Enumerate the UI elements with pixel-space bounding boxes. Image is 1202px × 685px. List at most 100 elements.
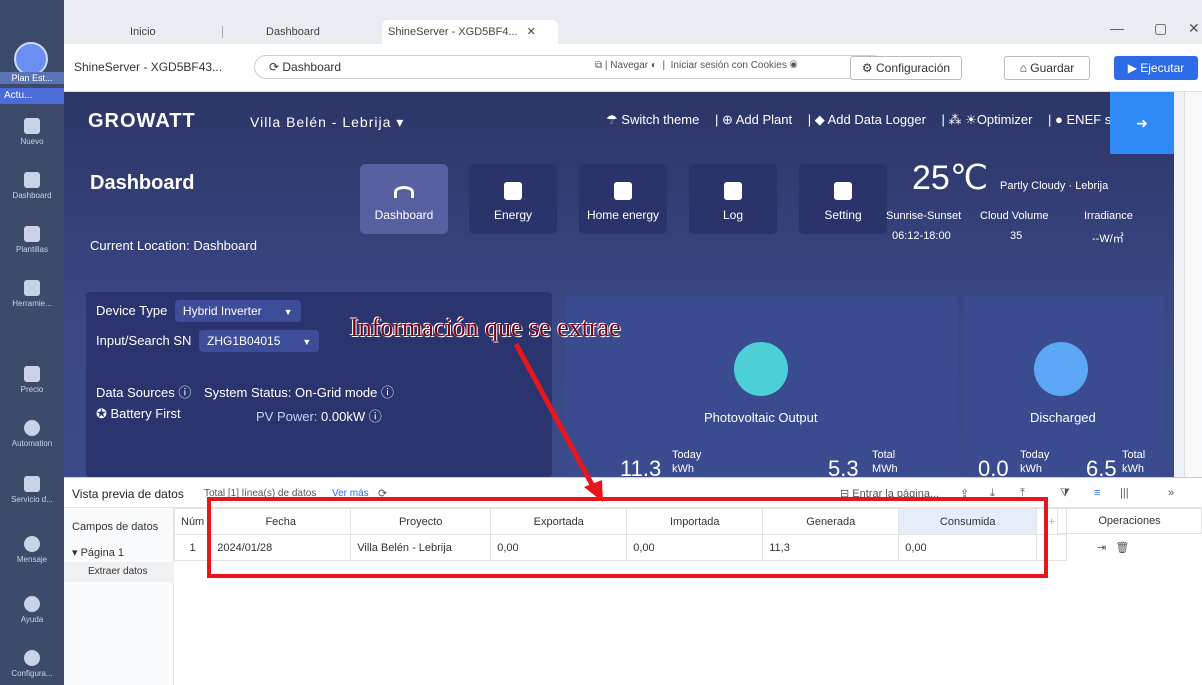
gauge-icon [394, 186, 414, 198]
profile-avatar[interactable] [14, 42, 48, 76]
toolbox-icon [24, 280, 40, 296]
caret-down-icon: ▼ [283, 307, 293, 317]
tab-close-icon[interactable]: ✕ [527, 26, 536, 38]
sidebar-item-plantillas[interactable]: Plantillas [0, 226, 64, 254]
address-bar[interactable]: ⟳ Dashboard ⧉ | Navegar ◐ | Iniciar sesi… [254, 55, 884, 79]
sidebar-item-automation[interactable]: Automation [0, 420, 64, 448]
nav-log[interactable]: Log [689, 164, 777, 234]
sn-select[interactable]: ZHG1B04015 ▼ [199, 330, 320, 352]
sunrise-label: Sunrise-Sunset [886, 210, 962, 222]
sidebar-item-mensaje[interactable]: Mensaje [0, 536, 64, 564]
fields-column: Campos de datos ▾ Página 1 Extraer datos [64, 508, 174, 685]
weather-description: Partly Cloudy · Lebrija [1000, 180, 1109, 192]
close-window-icon[interactable]: ✕ [1188, 20, 1200, 37]
pv-power: PV Power: 0.00kW ⓘ [256, 409, 382, 424]
data-sources[interactable]: Data Sources ⓘ [96, 382, 191, 401]
app-sidebar: Plan Est... Actu... Nuevo Dashboard Plan… [0, 0, 64, 685]
save-button[interactable]: ⌂ Guardar [1004, 56, 1090, 80]
extract-data-item[interactable]: Extraer datos [64, 562, 174, 582]
collapse-icon[interactable]: » [1168, 487, 1174, 499]
weather-temperature: 25℃ [912, 159, 989, 197]
nav-setting[interactable]: Setting [799, 164, 887, 234]
irradiance-label: Irradiance [1084, 210, 1133, 222]
column-view-icon[interactable]: ||| [1120, 487, 1129, 499]
cookies-login[interactable]: Iniciar sesión con Cookies [671, 60, 787, 71]
tab-shineserver-label: ShineServer - XGD5BF4... [388, 26, 518, 38]
sidebar-item-configuracion[interactable]: Configura... [0, 650, 64, 678]
nav-home-energy[interactable]: Home energy [579, 164, 667, 234]
operations-column: Operaciones ⇥ 🗑 [1057, 508, 1202, 560]
dashboard-icon [24, 172, 40, 188]
delete-icon[interactable]: 🗑 [1115, 542, 1129, 554]
browser-toolbar: ShineServer - XGD5BF43... ⟳ Dashboard ⧉ … [64, 44, 1202, 92]
tab-shineserver[interactable]: ShineServer - XGD5BF4... ✕ [382, 20, 558, 44]
tab-dashboard[interactable]: Dashboard [260, 20, 320, 44]
add-plant-link[interactable]: ⊕ Add Plant [722, 112, 798, 127]
sun-icon [734, 342, 788, 396]
fields-header: Campos de datos [72, 521, 159, 533]
sidebar-item-ayuda[interactable]: Ayuda [0, 596, 64, 624]
logout-button[interactable]: ➜ [1110, 92, 1174, 154]
list-view-icon[interactable]: ≡ [1094, 487, 1100, 499]
device-type-row: Device Type Hybrid Inverter ▼ [96, 300, 301, 322]
templates-icon [24, 226, 40, 242]
tab-divider [222, 26, 223, 38]
row-actions: ⇥ 🗑 [1097, 541, 1129, 554]
cloud-label: Cloud Volume [980, 210, 1049, 222]
page-tab-title: ShineServer - XGD5BF43... [74, 60, 223, 74]
config-button[interactable]: ⚙ Configuración [850, 56, 962, 80]
tab-bar: Inicio Dashboard ShineServer - XGD5BF4..… [64, 0, 1202, 44]
plus-icon [24, 118, 40, 134]
crown-icon [24, 366, 40, 382]
filter-icon[interactable]: ⧩ [1060, 487, 1070, 500]
page-1-item[interactable]: ▾ Página 1 [72, 546, 124, 559]
plant-selector[interactable]: Villa Belén - Lebrija ▾ [250, 114, 404, 131]
pv-output-card: Photovoltaic Output 11.3 Today kWh 5.3 T… [566, 296, 958, 477]
pv-today-label: Today [672, 449, 702, 461]
device-type-select[interactable]: Hybrid Inverter ▼ [174, 300, 301, 322]
address-actions: ⧉ | Navegar ◐ | Iniciar sesión con Cooki… [595, 60, 798, 71]
sidebar-item-servicio[interactable]: Servicio d... [0, 476, 64, 504]
profile-label: Plan Est... [0, 72, 64, 84]
active-task-label[interactable]: Actu... [0, 88, 64, 104]
insert-row-icon[interactable]: ⇥ [1097, 542, 1106, 554]
add-datalogger-link[interactable]: ◆ Add Data Logger [815, 112, 932, 127]
annotation-highlight-box [207, 497, 1048, 578]
minimize-icon[interactable]: — [1110, 20, 1124, 36]
sidebar-item-herramientas[interactable]: Herramie... [0, 280, 64, 308]
nav-dashboard[interactable]: Dashboard [360, 164, 448, 234]
sunrise-value: 06:12-18:00 [892, 230, 951, 242]
bar-chart-icon [504, 182, 522, 200]
gear-icon [834, 182, 852, 200]
navigate-toggle[interactable]: ⧉ | Navegar ◐ [595, 60, 657, 71]
nav-energy[interactable]: Energy [469, 164, 557, 234]
irradiance-value: --W/㎡ [1092, 233, 1124, 245]
growatt-page: GROWATT Villa Belén - Lebrija ▾ ☂ Switch… [64, 92, 1174, 477]
cloud-value: 35 [1010, 230, 1023, 242]
run-button[interactable]: ▶ Ejecutar [1114, 56, 1198, 80]
pv-today-value: 11.3 [620, 456, 662, 477]
service-icon [24, 476, 40, 492]
bell-icon [24, 536, 40, 552]
address-text: ⟳ Dashboard [269, 60, 342, 74]
page-title: Dashboard [90, 172, 195, 194]
log-icon [724, 182, 742, 200]
sidebar-item-nuevo[interactable]: Nuevo [0, 118, 64, 146]
pv-total-value: 5.3 [828, 456, 859, 477]
discharged-title: Discharged [1030, 410, 1096, 425]
tab-inicio[interactable]: Inicio [124, 20, 156, 44]
sidebar-item-dashboard[interactable]: Dashboard [0, 172, 64, 200]
col-num: Núm [173, 508, 212, 535]
top-links: ☂ Switch theme | ⊕ Add Plant | ◆ Add Dat… [606, 112, 1137, 128]
switch-theme-link[interactable]: ☂ Switch theme [606, 112, 705, 127]
maximize-icon[interactable]: ▢ [1154, 20, 1167, 37]
dis-total-unit: kWh [1122, 463, 1144, 475]
browser-side-strip [1184, 92, 1202, 477]
pv-output-title: Photovoltaic Output [704, 410, 818, 425]
battery-icon [1034, 342, 1088, 396]
robot-icon [24, 420, 40, 436]
system-status: System Status: On-Grid mode ⓘ [204, 385, 395, 400]
optimizer-link[interactable]: ⁂ ☀Optimizer [949, 112, 1039, 127]
sidebar-item-precio[interactable]: Precio [0, 366, 64, 394]
pv-today-unit: kWh [672, 463, 694, 475]
